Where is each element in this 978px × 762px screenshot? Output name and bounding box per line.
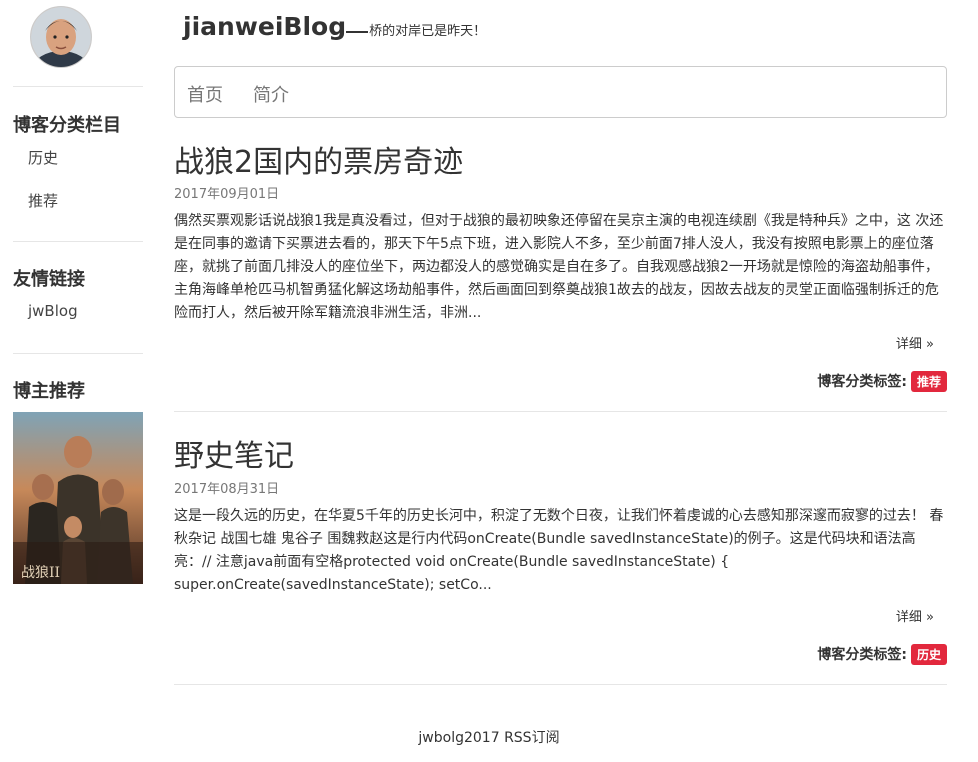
post-divider [174,684,947,685]
recommended-movie-poster[interactable]: 战狼II [13,412,143,584]
post-tags: 博客分类标签: 历史 [817,644,947,665]
site-tagline: 桥的对岸已是昨天！ [369,24,487,39]
friend-link-jwblog[interactable]: jwBlog [28,302,78,320]
avatar[interactable] [30,6,92,68]
post-detail-link[interactable]: 详细 » [896,606,934,625]
post-tags: 博客分类标签: 推荐 [817,371,947,392]
post-title[interactable]: 野史笔记 [174,431,294,475]
tag-badge[interactable]: 历史 [910,644,947,665]
svg-text:战狼II: 战狼II [21,565,60,581]
footer: jwbolg2017 RSS订阅 [418,730,560,746]
navbar: 首页 简介 [174,66,947,118]
post-excerpt: 这是一段久远的历史，在华夏5千年的历史长河中，积淀了无数个日夜，让我们怀着虔诚的… [174,508,944,593]
sidebar-category-recommend[interactable]: 推荐 [28,190,58,211]
post-detail-link[interactable]: 详细 » [896,333,934,352]
sidebar-divider [13,86,143,87]
post-divider [174,411,947,412]
site-brand: jianweiBlog 桥的对岸已是昨天！ [183,12,486,41]
sidebar-divider [13,353,143,354]
post-date: 2017年08月31日 [174,482,280,497]
sidebar-category-history[interactable]: 历史 [28,147,58,168]
categories-heading: 博客分类栏目 [13,115,121,136]
nav-about[interactable]: 简介 [253,81,289,107]
site-name[interactable]: jianweiBlog [183,12,346,41]
tag-label: 博客分类标签: [817,647,907,663]
recommend-heading: 博主推荐 [13,381,85,402]
sidebar-divider [13,241,143,242]
nav-home[interactable]: 首页 [187,81,223,107]
links-heading: 友情链接 [13,269,85,290]
post-date: 2017年09月01日 [174,187,280,202]
tag-label: 博客分类标签: [817,374,907,390]
post-title[interactable]: 战狼2国内的票房奇迹 [174,137,463,181]
post-excerpt: 偶然买票观影话说战狼1我是真没看过，但对于战狼的最初映象还停留在吴京主演的电视连… [174,213,944,321]
brand-separator [346,31,369,33]
tag-badge[interactable]: 推荐 [910,371,947,392]
